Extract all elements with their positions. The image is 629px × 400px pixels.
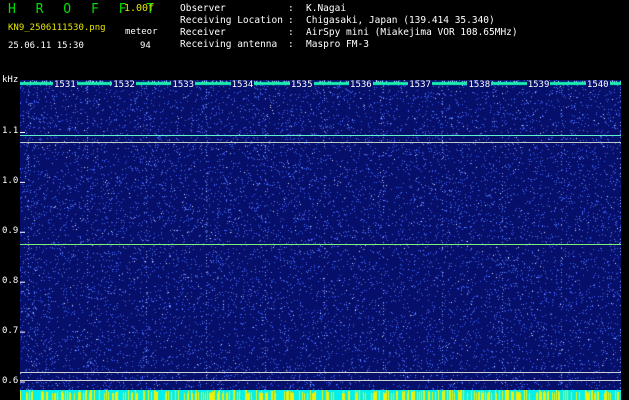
antenna-label: Receiving antenna (180, 39, 278, 50)
location-label: Receiving Location (180, 15, 283, 26)
colon: : (288, 3, 294, 14)
spectrogram-plot[interactable]: 1531 1532 1533 1534 1535 1536 1537 1538 1539 1540 (20, 80, 621, 392)
file-name: KN9_2506111530.png (8, 23, 106, 33)
colon: : (288, 15, 294, 26)
y-tick-label: 0.9 (2, 226, 19, 237)
y-tick-label: 0.7 (2, 326, 19, 337)
carrier-line (20, 134, 621, 136)
y-tick-label: 0.6 (2, 376, 19, 387)
time-label: 1537 (408, 80, 432, 90)
location-value: Chigasaki, Japan (139.414 35.340) (306, 15, 495, 26)
date-time: 25.06.11 15:30 (8, 41, 84, 51)
carrier-line (20, 372, 621, 374)
y-unit-label: kHz (2, 75, 19, 85)
time-label: 1539 (526, 80, 551, 90)
observer-label: Observer (180, 3, 226, 14)
receiver-label: Receiver (180, 27, 226, 38)
colon: : (288, 27, 294, 38)
echo-count: 94 (140, 41, 151, 51)
time-label: 1531 (53, 80, 77, 90)
y-tick-label: 1.1 (2, 126, 19, 137)
y-tick-marks (20, 131, 25, 383)
time-label: 1538 (467, 80, 492, 90)
antenna-value: Maspro FM-3 (306, 39, 369, 50)
colon: : (288, 39, 294, 50)
y-tick-label: 1.0 (2, 176, 19, 187)
y-tick-label: 0.8 (2, 276, 19, 287)
time-label: 1533 (171, 80, 196, 90)
time-label: 1540 (585, 80, 610, 90)
header-panel: H R O F F T 1.00f KN9_2506111530.png met… (0, 0, 629, 80)
time-label: 1535 (289, 80, 314, 90)
receiver-value: AirSpy mini (Miakejima VOR 108.65MHz) (306, 27, 518, 38)
footer-bar (20, 390, 621, 400)
carrier-line (20, 379, 621, 381)
time-label: 1536 (349, 80, 373, 90)
mode-label: meteor (125, 27, 158, 37)
carrier-line (20, 243, 621, 245)
app-version: 1.00f (124, 3, 155, 14)
carrier-line (20, 142, 621, 144)
time-label: 1532 (112, 80, 136, 90)
time-label: 1534 (230, 80, 255, 90)
observer-value: K.Nagai (306, 3, 347, 14)
